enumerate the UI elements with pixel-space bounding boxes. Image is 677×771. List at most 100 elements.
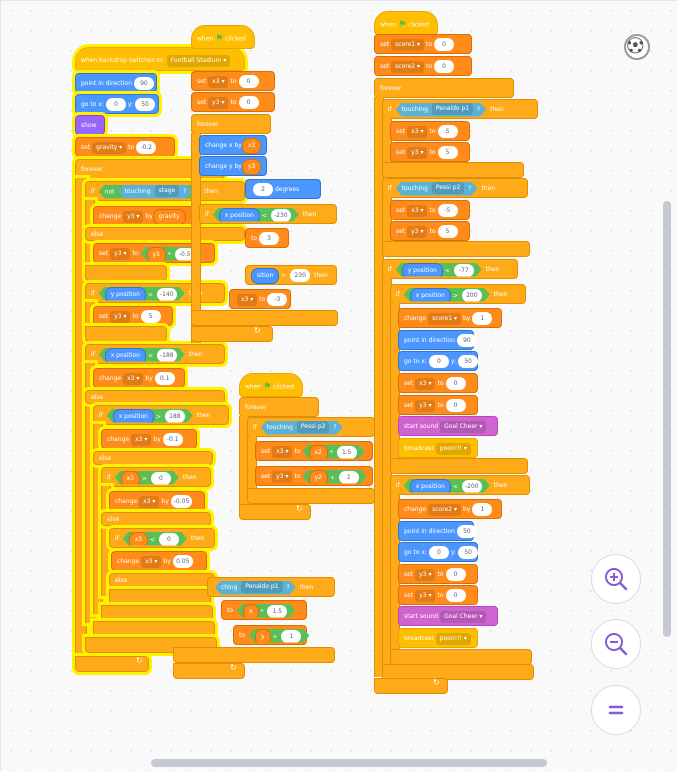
- y-reporter[interactable]: y: [255, 629, 271, 645]
- value-input[interactable]: 0: [445, 589, 466, 602]
- y-input[interactable]: 50: [458, 546, 479, 559]
- var-dropdown[interactable]: score2 ▾: [428, 503, 461, 516]
- horizontal-scrollbar[interactable]: [151, 759, 547, 767]
- set-x-penaldo-block[interactable]: to x * 1.5: [221, 600, 307, 620]
- y-input[interactable]: 50: [458, 355, 479, 368]
- zoom-reset-button[interactable]: [591, 685, 641, 735]
- value-input[interactable]: 5: [437, 125, 458, 138]
- when-backdrop-switches-block[interactable]: when backdrop switches to Football Stadi…: [72, 44, 248, 74]
- backdrop-dropdown[interactable]: Football Stadium ▾: [166, 54, 231, 67]
- touching-target[interactable]: Pessi p2: [297, 421, 330, 433]
- vertical-scrollbar[interactable]: [663, 201, 671, 637]
- value-input[interactable]: 0: [434, 38, 455, 51]
- value-input[interactable]: 230: [290, 269, 311, 282]
- message-dropdown[interactable]: poon!!! ▾: [435, 442, 471, 455]
- value-input[interactable]: 1.5: [337, 446, 357, 459]
- code-area[interactable]: when backdrop switches to Football Stadi…: [0, 0, 677, 771]
- var-dropdown[interactable]: score2 ▾: [391, 60, 425, 73]
- value-input[interactable]: 0: [445, 377, 466, 390]
- touching-target[interactable]: Penaldo p1: [241, 581, 282, 593]
- go-to-xy-block[interactable]: go to x: 0 y: 50: [398, 351, 479, 371]
- value-input[interactable]: 200: [462, 289, 482, 302]
- less-than-operator[interactable]: x3 < 0: [123, 532, 187, 546]
- if-x3-lt-block[interactable]: if x3 < 0 then: [106, 525, 218, 551]
- touching-sensor[interactable]: touching Penaldo p1 ?: [396, 103, 487, 117]
- zoom-out-button[interactable]: [591, 619, 641, 669]
- value-input[interactable]: 1: [472, 312, 493, 325]
- value-input[interactable]: 5: [437, 225, 458, 238]
- touching-target[interactable]: Pessi p2: [432, 182, 465, 194]
- if-xpos-gt-block[interactable]: if x position > 188 then: [90, 402, 232, 428]
- change-score2-block[interactable]: change score2 ▾ by 1: [398, 499, 502, 519]
- var-dropdown[interactable]: x3 ▾: [237, 293, 258, 306]
- forever-block[interactable]: forever: [374, 78, 514, 98]
- x-position-reporter[interactable]: x position: [219, 208, 260, 224]
- value-input[interactable]: 1: [281, 630, 301, 643]
- gravity-reporter[interactable]: gravity: [152, 208, 186, 225]
- if-ypos-lt-block[interactable]: if y position < -77 then: [382, 259, 518, 279]
- when-flag-clicked-block[interactable]: when ⚑ clicked: [374, 11, 438, 35]
- x-position-reporter[interactable]: x position: [410, 288, 451, 304]
- set-y3-0-block[interactable]: set y3 ▾ to 0: [398, 585, 478, 605]
- start-sound-block[interactable]: start sound Goal Cheer ▾: [398, 416, 498, 436]
- touching-sensor[interactable]: touching stage ?: [118, 185, 192, 199]
- greater-than-operator[interactable]: x position > 188: [107, 409, 193, 423]
- if-block[interactable]: if not touching stage ? then: [82, 178, 248, 204]
- set-score2-block[interactable]: set score2 ▾ to 0: [374, 56, 472, 76]
- add-operator[interactable]: y2 + 1: [303, 470, 367, 484]
- var-dropdown[interactable]: x3 ▾: [131, 433, 152, 446]
- change-x3-block[interactable]: change x3 ▾ by 0.1: [90, 365, 188, 391]
- forever-block[interactable]: forever: [239, 397, 319, 417]
- touching-target[interactable]: stage: [155, 185, 180, 197]
- x-input[interactable]: 0: [428, 355, 449, 368]
- less-than-operator[interactable]: x position < -200: [404, 479, 490, 493]
- set-y3-0-block[interactable]: set y3 ▾ to 0: [398, 564, 478, 584]
- set-score1-block[interactable]: set score1 ▾ to 0: [374, 34, 472, 54]
- value-input[interactable]: 1: [339, 471, 359, 484]
- turn-block[interactable]: 2 degrees: [245, 179, 321, 199]
- point-in-direction-block[interactable]: point in direction 50: [398, 521, 477, 541]
- not-operator[interactable]: not touching stage ?: [99, 185, 201, 199]
- value-input[interactable]: 5: [140, 310, 161, 323]
- start-sound-block[interactable]: start sound Goal Cheer ▾: [398, 606, 498, 626]
- touching-sensor[interactable]: ching Penaldo p1 ?: [215, 581, 296, 595]
- y3-reporter[interactable]: y3: [241, 158, 262, 175]
- var-dropdown[interactable]: y3 ▾: [415, 568, 436, 581]
- y-position-reporter[interactable]: y position: [105, 287, 146, 303]
- if-ypos-block[interactable]: if y position < -140 then: [82, 280, 228, 306]
- y3-reporter[interactable]: y3: [147, 247, 166, 263]
- if-touching-pessi-block[interactable]: if touching Pessi p2 ? then: [382, 178, 528, 198]
- value-input[interactable]: 0: [151, 472, 171, 485]
- touching-target[interactable]: Penaldo p1: [432, 103, 473, 115]
- set-gravity-block[interactable]: set gravity ▾ to -0.2: [72, 134, 178, 160]
- change-x3-pos-block[interactable]: change x3 ▾ by 0.05: [108, 548, 210, 574]
- touching-sensor[interactable]: touching Pessi p2 ?: [261, 421, 343, 435]
- var-dropdown[interactable]: x3 ▾: [407, 204, 428, 217]
- value-input[interactable]: -188: [157, 349, 177, 362]
- if-xpos-lt-block[interactable]: if x position < -230 then: [199, 204, 337, 224]
- var-dropdown[interactable]: x3 ▾: [139, 495, 160, 508]
- go-to-xy-block[interactable]: go to x: 0 y: 50: [72, 91, 162, 117]
- value-input[interactable]: 0.1: [154, 372, 175, 385]
- direction-input[interactable]: 90: [456, 334, 477, 347]
- var-dropdown[interactable]: score1 ▾: [391, 38, 425, 51]
- x-input[interactable]: 0: [428, 546, 449, 559]
- set-x3-minus3-block[interactable]: x3 ▾ to -3: [229, 289, 291, 309]
- broadcast-block[interactable]: broadcast poon!!! ▾: [398, 628, 478, 648]
- value-input[interactable]: 188: [165, 410, 185, 423]
- change-y-by-block[interactable]: change y by y3: [199, 156, 267, 176]
- x-position-reporter[interactable]: x position: [410, 479, 451, 495]
- if-touching-penaldo-block[interactable]: ching Penaldo p1 ? then: [207, 577, 335, 597]
- var-dropdown[interactable]: y3 ▾: [415, 589, 436, 602]
- var-dropdown[interactable]: x3 ▾: [272, 445, 293, 458]
- value-input[interactable]: 1: [472, 503, 493, 516]
- set-x3-5-block[interactable]: set x3 ▾ to 5: [390, 121, 470, 141]
- value-input[interactable]: 5: [437, 146, 458, 159]
- less-than-operator[interactable]: y position < -77: [396, 263, 482, 277]
- when-flag-clicked-block[interactable]: when ⚑ clicked: [191, 25, 255, 49]
- if-x3-gt-block[interactable]: if x3 > 0 then: [98, 464, 214, 490]
- var-dropdown[interactable]: score1 ▾: [428, 312, 461, 325]
- point-in-direction-block[interactable]: point in direction 90: [398, 330, 477, 350]
- var-dropdown[interactable]: y3 ▾: [123, 210, 144, 223]
- set-y3-block[interactable]: set y3 ▾ to 0: [191, 92, 275, 112]
